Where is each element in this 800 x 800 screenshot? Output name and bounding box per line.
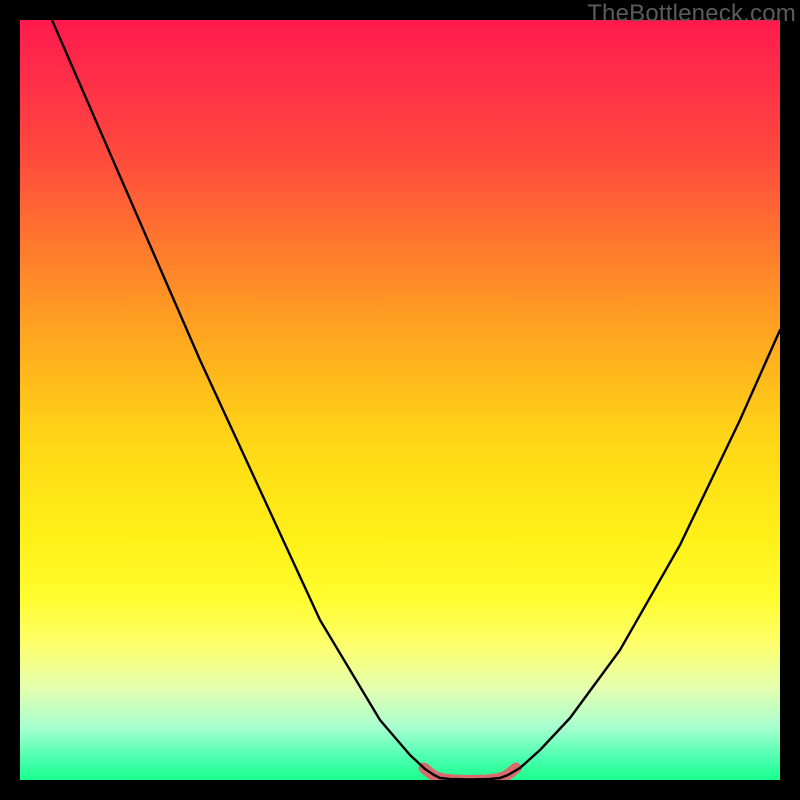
bottleneck-chart — [20, 20, 780, 780]
bottleneck-curve-path — [52, 20, 780, 780]
chart-frame — [20, 20, 780, 780]
watermark-text: TheBottleneck.com — [587, 0, 796, 28]
